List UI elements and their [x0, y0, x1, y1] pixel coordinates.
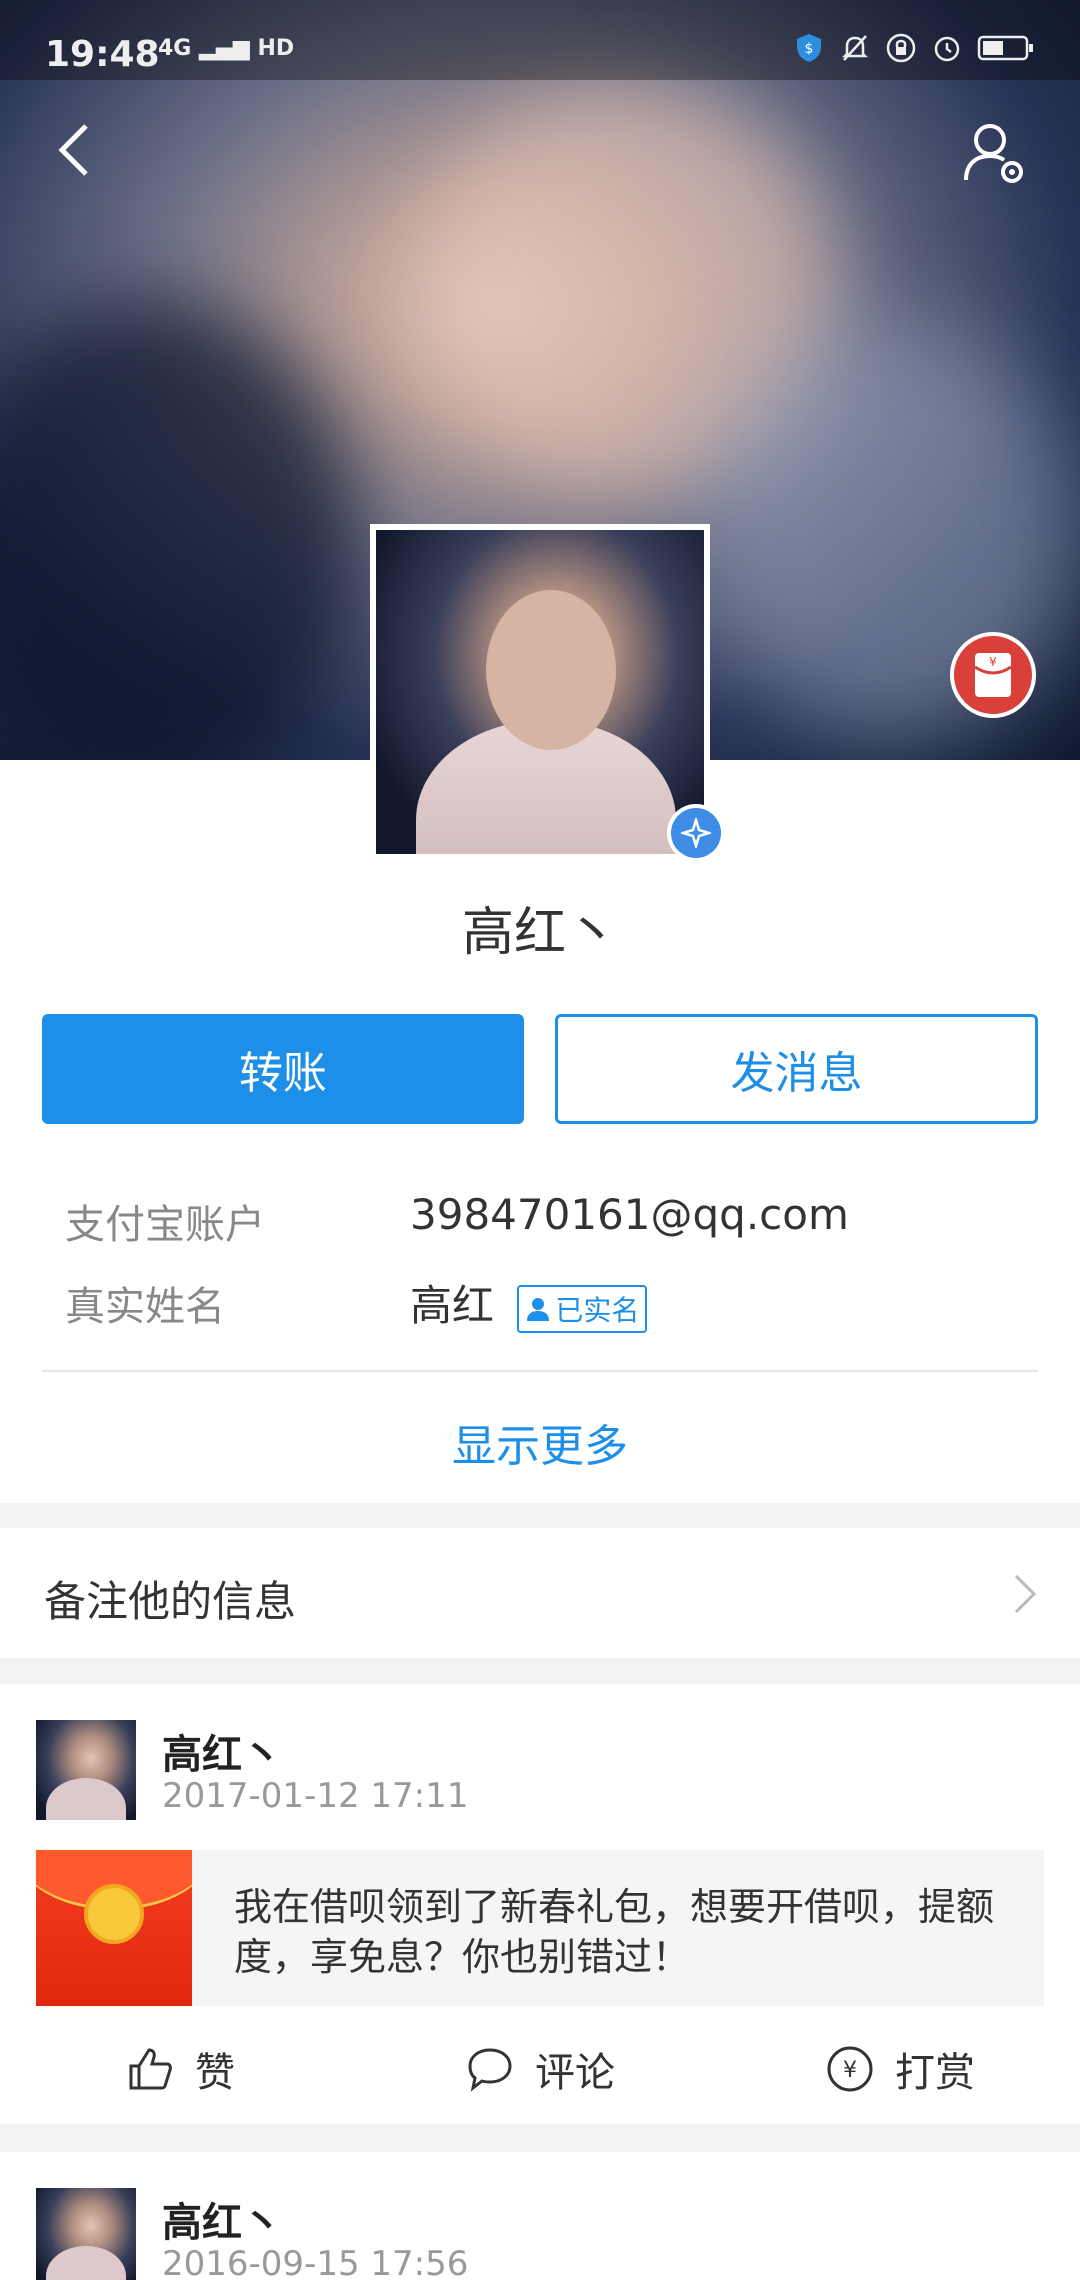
realname-value-row: 高红 已实名: [410, 1272, 648, 1333]
svg-text:$: $: [805, 41, 814, 57]
lock-rotation-icon: [886, 33, 916, 63]
feed-item: 高红丶 2017-01-12 17:11 我在借呗领到了新春礼包，想要开借呗，提…: [0, 1684, 1080, 2124]
back-icon[interactable]: [48, 120, 108, 180]
shield-icon: $: [797, 34, 821, 62]
transfer-button[interactable]: 转账: [42, 1014, 524, 1124]
send-message-button[interactable]: 发消息: [555, 1014, 1038, 1124]
red-envelope-thumbnail: [36, 1850, 192, 2006]
account-label: 支付宝账户: [65, 1202, 265, 1248]
profile-name: 高红丶: [461, 903, 618, 963]
profile-panel: [0, 760, 1080, 1503]
feed-actions: 赞 评论 ¥ 打赏: [0, 2020, 1080, 2110]
red-packet-icon: ¥: [974, 653, 1012, 697]
feed-avatar[interactable]: [36, 2188, 136, 2280]
remark-row[interactable]: 备注他的信息: [0, 1528, 1080, 1658]
profile-settings-icon[interactable]: [960, 118, 1030, 188]
hd-indicator: HD: [257, 36, 295, 61]
status-icons: $: [793, 32, 1035, 64]
signal-icon: ▂▄▆: [199, 36, 250, 61]
feed-avatar[interactable]: [36, 1720, 136, 1820]
verified-icon: [667, 804, 725, 862]
realname-badge-label: 已实名: [555, 1293, 640, 1327]
feed-item: 高红丶 2016-09-15 17:56: [0, 2152, 1080, 2280]
realname-verified-badge: 已实名: [517, 1284, 648, 1333]
svg-text:¥: ¥: [989, 655, 997, 669]
profile-page: 19:48 4G ▂▄▆ HD $ ¥ 高红丶 转账 发消息 支付宝账户 398…: [0, 0, 1080, 2280]
status-bar: 19:48 4G ▂▄▆ HD $: [0, 0, 1080, 80]
thumbs-up-icon: [129, 2048, 172, 2090]
comment-label: 评论: [535, 2050, 615, 2096]
id-user-icon: [527, 1297, 550, 1321]
avatar[interactable]: [370, 524, 710, 860]
realname-value: 高红: [410, 1281, 495, 1330]
like-label: 赞: [195, 2050, 235, 2096]
battery-icon: [977, 35, 1033, 61]
feed-time: 2017-01-12 17:11: [162, 1776, 469, 1816]
comment-button[interactable]: 评论: [465, 2040, 615, 2098]
mute-bell-icon: [841, 35, 869, 61]
alarm-icon: [934, 36, 960, 62]
tip-button[interactable]: ¥ 打赏: [825, 2040, 975, 2098]
svg-text:¥: ¥: [843, 2058, 857, 2083]
account-value: 398470161@qq.com: [410, 1190, 849, 1239]
like-button[interactable]: 赞: [125, 2040, 235, 2098]
comment-icon: [468, 2048, 512, 2092]
network-type: 4G: [158, 36, 192, 61]
feed-author[interactable]: 高红丶: [162, 1722, 282, 1780]
network-indicator: 4G ▂▄▆ HD: [158, 36, 294, 61]
yuan-coin-icon: ¥: [827, 2046, 873, 2092]
show-more-link[interactable]: 显示更多: [0, 1410, 1080, 1474]
chevron-right-icon: [1014, 1574, 1037, 1614]
status-time: 19:48: [45, 34, 160, 75]
shared-text: 我在借呗领到了新春礼包，想要开借呗，提额度，享免息？你也别错过！: [234, 1885, 995, 1979]
realname-label: 真实姓名: [65, 1284, 225, 1330]
feed-time: 2016-09-15 17:56: [162, 2244, 469, 2280]
red-packet-button[interactable]: ¥: [950, 632, 1036, 718]
shared-content-card[interactable]: 我在借呗领到了新春礼包，想要开借呗，提额度，享免息？你也别错过！: [36, 1850, 1044, 2006]
divider: [42, 1370, 1038, 1372]
remark-label: 备注他的信息: [44, 1577, 297, 1626]
tip-label: 打赏: [895, 2050, 975, 2096]
feed-author[interactable]: 高红丶: [162, 2190, 282, 2248]
